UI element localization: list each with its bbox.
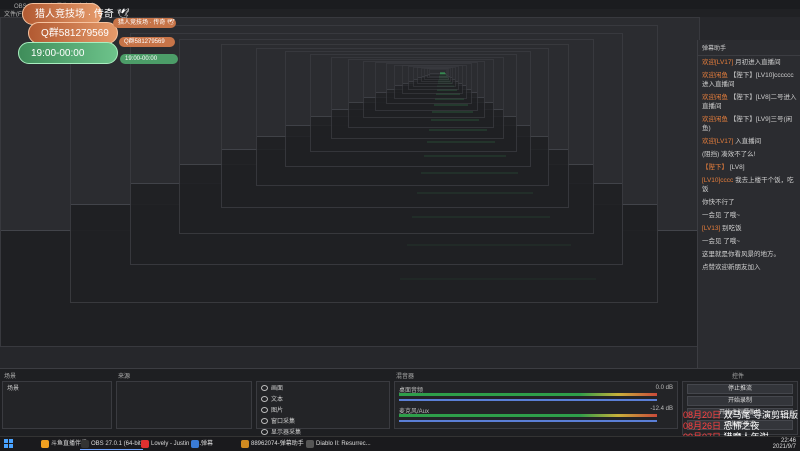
scene-item[interactable]: 场景	[3, 382, 111, 393]
chat-message: 一会见 了哦~	[702, 238, 741, 245]
source-item[interactable]: 窗口采集	[257, 415, 389, 426]
mixer-dock-title: 混音器	[396, 374, 415, 380]
eye-icon[interactable]	[261, 406, 268, 413]
windows-start-icon[interactable]	[4, 439, 13, 448]
eye-icon[interactable]	[261, 417, 268, 424]
chat-list: 欢迎[LV17] 月初进入直播间欢迎闲鱼 【陛下】[LV10]cccccc进入直…	[698, 56, 800, 274]
mixer-dock[interactable]: 桌面音频 0.0 dB 麦克风/Aux -12.4 dB	[394, 381, 678, 429]
chat-message: 欢迎[LV17] 入直播间	[702, 138, 762, 145]
window-titlebar: OBS 27.0.1 - 场景集合: 未命名	[0, 0, 800, 10]
chat-panel[interactable]: 弹幕助手 欢迎[LV17] 月初进入直播间欢迎闲鱼 【陛下】[LV10]cccc…	[697, 40, 800, 370]
chat-message: 欢迎闲鱼 【陛下】[LV10]cccccc进入直播间	[702, 72, 794, 88]
qq-group-pill-small: Q群581279569	[119, 37, 175, 47]
time-range-pill: 19:00-00:00	[18, 42, 118, 64]
app-icon	[41, 440, 49, 448]
app-icon	[191, 440, 199, 448]
system-clock[interactable]: 22:46 2021/9/7	[773, 438, 796, 450]
eye-icon[interactable]	[261, 395, 268, 402]
stop-stream-button[interactable]: 停止推流	[687, 384, 793, 394]
volume-slider[interactable]	[399, 399, 657, 401]
preview-layer	[428, 68, 447, 78]
taskbar-item[interactable]: 弹幕	[190, 439, 213, 449]
chat-message: 这里就是你看风景的地方。	[702, 251, 780, 258]
mixer-track-level: 0.0 dB	[655, 385, 673, 391]
stream-title-pill-small: 猎人竞技场 · 传奇 🕊	[113, 18, 176, 28]
chat-message: (阻挡) 凑效不了么!	[702, 151, 756, 158]
empty-dock	[116, 381, 252, 429]
chat-message: 欢迎闲鱼 【陛下】[LV9]三号(闲鱼)	[702, 116, 793, 132]
time-range-pill-small: 19:00-00:00	[120, 54, 178, 64]
chat-message: 一会见 了哦~	[702, 212, 741, 219]
source-item[interactable]: 文本	[257, 393, 389, 404]
schedule-row: 08月20日 双马尾 导演剪辑版	[683, 410, 799, 420]
source-item[interactable]: 图片	[257, 404, 389, 415]
sources-dock[interactable]: 画面 文本 图片 窗口采集 显示器采集	[256, 381, 390, 436]
chat-message: 【陛下】 [LV8]	[702, 164, 745, 171]
app-icon	[81, 440, 89, 448]
taskbar-item[interactable]: Diablo II: Resurrec...	[305, 439, 371, 449]
eye-icon[interactable]	[261, 428, 268, 435]
mixer-track-level: -12.4 dB	[650, 406, 673, 412]
source-item[interactable]: 画面	[257, 382, 389, 393]
chat-message: 欢迎[LV17] 月初进入直播间	[702, 59, 781, 66]
qq-group-pill: Q群581279569	[28, 22, 118, 44]
chat-message: [LV13] 别吃饭	[702, 225, 742, 232]
chat-message: 点赞欢迎新朋友加入	[702, 264, 761, 271]
app-icon	[241, 440, 249, 448]
app-icon	[141, 440, 149, 448]
start-record-button[interactable]: 开始录制	[687, 396, 793, 406]
scenes-dock-title: 场景	[4, 374, 17, 380]
eye-icon[interactable]	[261, 384, 268, 391]
mixer-meter	[399, 414, 657, 417]
scenes-dock[interactable]: 场景	[2, 381, 112, 429]
taskbar-item[interactable]: 88962074-弹幕助手	[240, 439, 304, 449]
sources-dock-title: 来源	[118, 374, 131, 380]
mixer-meter	[399, 393, 657, 396]
chat-header: 弹幕助手	[698, 40, 800, 56]
app-icon	[306, 440, 314, 448]
preview-layer-meter	[439, 72, 445, 75]
chat-message: [LV10]cccc 我去上楼干个饭，吃饭	[702, 177, 794, 193]
controls-dock-title: 控件	[732, 374, 745, 380]
taskbar-item[interactable]: OBS 27.0.1 (64-bit)	[80, 439, 143, 450]
chat-message: 欢迎闲鱼 【陛下】[LV8]二号进入直播间	[702, 94, 797, 110]
schedule-row: 08月26日 恐怖之夜	[683, 421, 760, 431]
chat-message: 你快不行了	[702, 199, 735, 206]
volume-slider[interactable]	[399, 420, 657, 422]
taskbar: 斗鱼直播伴侣 OBS 27.0.1 (64-bit) Lovely - Just…	[0, 436, 800, 451]
dock-area: 场景 场景 来源 画面 文本 图片 窗口采集 显示器采集 混音器 桌面音频 0.…	[0, 368, 800, 437]
